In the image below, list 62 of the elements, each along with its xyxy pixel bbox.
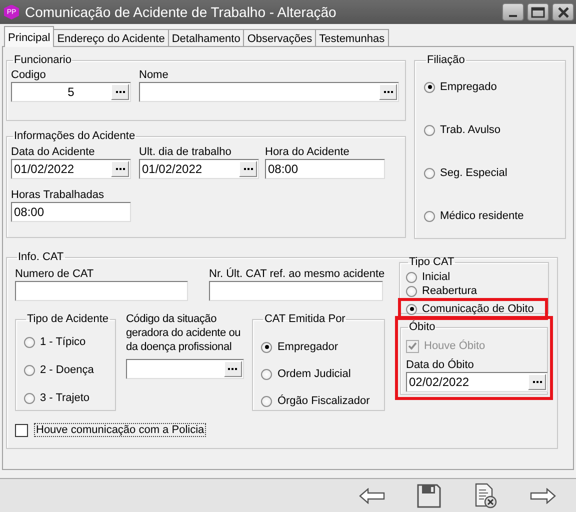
close-button[interactable]: [552, 3, 574, 21]
radio-option[interactable]: 3 - Trajeto: [24, 391, 111, 405]
checkbox-label: Houve Óbito: [424, 340, 486, 352]
input-field[interactable]: [15, 281, 188, 301]
field-label: Codigo: [11, 68, 47, 82]
input-field[interactable]: 02/02/2022: [406, 372, 548, 392]
group-title: Informações do Acidente: [13, 130, 136, 143]
browse-button[interactable]: [379, 84, 397, 100]
radio-option[interactable]: Empregador: [261, 340, 380, 354]
radio-option[interactable]: Inicial: [406, 270, 450, 284]
radio-option[interactable]: Reabertura: [406, 284, 478, 298]
input-field[interactable]: 08:00: [11, 202, 131, 222]
field-label: Horas Trabalhadas: [11, 188, 105, 202]
radio-option[interactable]: Órgão Fiscalizador: [261, 394, 380, 408]
tab[interactable]: Testemunhas: [315, 29, 389, 46]
window-title: Comunicação de Acidente de Trabalho - Alteração: [25, 4, 338, 20]
tab[interactable]: Principal: [4, 26, 54, 47]
radio-option[interactable]: Empregado: [424, 80, 561, 94]
group-title: Funcionario: [13, 54, 72, 67]
group-title: Info. CAT: [17, 251, 65, 264]
minimize-icon: [509, 15, 517, 17]
browse-button[interactable]: [239, 161, 257, 177]
checkbox[interactable]: [15, 424, 28, 436]
browse-button[interactable]: [111, 84, 129, 100]
close-icon: [558, 6, 568, 18]
group-title: CAT Emitida Por: [263, 313, 346, 326]
field-label: Numero de CAT: [15, 267, 95, 281]
maximize-button[interactable]: [527, 3, 549, 21]
field-label: Hora do Acidente: [265, 145, 350, 159]
group-title: Óbito: [408, 321, 436, 334]
field-label: Ult. dia de trabalho: [139, 145, 232, 159]
left-arrow-icon: [358, 488, 384, 504]
document-delete-icon: [474, 482, 498, 508]
group-title: Tipo de Acidente: [26, 313, 110, 326]
field-label: Nr. Últ. CAT ref. ao mesmo acidente: [209, 267, 385, 281]
tab[interactable]: Endereço do Acidente: [53, 29, 169, 46]
police-checkbox-row[interactable]: Houve comunicação com a Policia: [15, 423, 385, 437]
checkbox-label: Houve comunicação com a Policia: [34, 423, 206, 437]
radio-option[interactable]: Ordem Judicial: [261, 367, 380, 381]
input-field[interactable]: 08:00: [265, 159, 385, 179]
radio-option[interactable]: 1 - Típico: [24, 335, 111, 349]
browse-button[interactable]: [528, 374, 546, 390]
radio-option[interactable]: Seg. Especial: [424, 166, 561, 180]
save-button[interactable]: [415, 482, 442, 508]
browse-button[interactable]: [111, 161, 129, 177]
browse-button[interactable]: [224, 361, 242, 377]
group-title: Tipo CAT: [408, 256, 456, 269]
radio-option[interactable]: Trab. Avulso: [424, 123, 561, 137]
radio-option[interactable]: 2 - Doença: [24, 363, 111, 377]
right-arrow-icon: [530, 488, 556, 504]
maximize-icon: [531, 6, 545, 18]
group-title: Filiação: [426, 54, 466, 67]
tab[interactable]: Observações: [243, 29, 316, 46]
radio-option[interactable]: Médico residente: [424, 209, 561, 223]
radio-option[interactable]: Comunicação de Obito: [406, 302, 534, 316]
field-label: Data do Acidente: [11, 145, 96, 159]
input-field[interactable]: [139, 82, 399, 102]
field-label: Nome: [139, 68, 170, 82]
minimize-button[interactable]: [502, 3, 524, 21]
field-label: Código da situação geradora do acidente ou da doença profissional: [126, 312, 242, 354]
field-label: Data do Óbito: [406, 358, 475, 372]
input-field[interactable]: [209, 281, 383, 301]
